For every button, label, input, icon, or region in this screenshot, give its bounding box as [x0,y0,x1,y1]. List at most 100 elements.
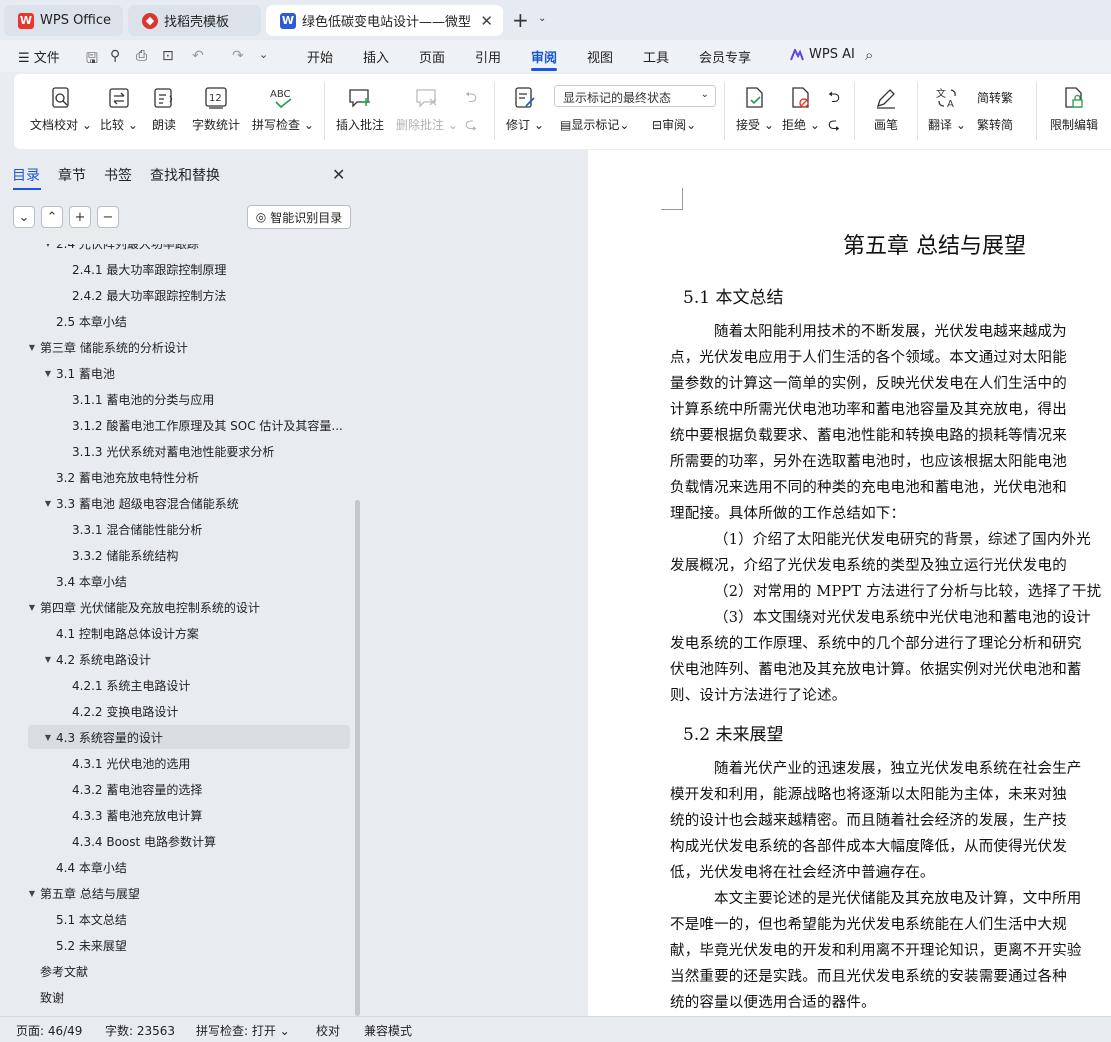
redo-icon[interactable]: ↷ [232,48,244,64]
expand-toggle-icon[interactable]: ▼ [24,603,40,612]
tab-sections[interactable]: 章节 [58,165,86,185]
word-count-indicator[interactable]: 字数: 23563 [105,1022,175,1039]
toc-item[interactable]: 4.3.4 Boost 电路参数计算 [56,829,216,853]
toc-item[interactable]: ▼ 3.1 蓄电池 [40,361,115,385]
expand-toggle-icon[interactable]: ▼ [40,244,56,248]
toc-item[interactable]: 4.2.2 变换电路设计 [56,699,178,723]
to-traditional-button[interactable]: 简 转繁 [977,89,1013,106]
toc-item[interactable]: 5.1 本文总结 [40,907,127,931]
tab-docer-templates[interactable]: ◆ 找稻壳模板 [128,5,261,36]
to-simplified-button[interactable]: 繁 转简 [977,116,1013,133]
spell-check-status[interactable]: 拼写检查: 打开 ⌄ [196,1022,290,1039]
toc-item[interactable]: 3.1.1 蓄电池的分类与应用 [56,387,214,411]
expand-toggle-icon[interactable]: ▼ [24,889,40,898]
toc-item[interactable]: 4.3.3 蓄电池充放电计算 [56,803,202,827]
collapse-down-button[interactable]: ⌄ [13,206,35,228]
toc-item[interactable]: 2.5 本章小结 [40,309,127,333]
tab-wps-office[interactable]: W WPS Office [4,5,123,36]
expand-toggle-icon[interactable]: ▼ [40,733,56,742]
pen-button[interactable]: 画笔 [874,86,898,133]
markup-display-select[interactable]: 显示标记的最终状态 ⌄ [554,85,716,107]
menu-page[interactable]: 页面 [419,47,445,66]
page-indicator[interactable]: 页面: 46/49 [16,1022,82,1039]
toc-item[interactable]: 2.4.2 最大功率跟踪控制方法 [56,283,226,307]
toc-item[interactable]: 2.4.1 最大功率跟踪控制原理 [56,257,226,281]
restrict-edit-button[interactable]: 限制编辑 [1050,86,1098,133]
new-tab-button[interactable]: + [512,10,529,30]
tab-find-replace[interactable]: 查找和替换 [150,165,220,185]
toc-item[interactable]: 3.2 蓄电池充放电特性分析 [40,465,199,489]
delete-comment-button[interactable]: 删除批注 ⌄ [396,86,458,133]
undo-icon[interactable]: ↶ [192,48,204,64]
toc-item[interactable]: ▼ 第三章 储能系统的分析设计 [24,335,188,359]
doc-check-button[interactable]: 文档校对 ⌄ [30,86,92,133]
compare-button[interactable]: 比较 ⌄ [100,86,138,133]
read-aloud-button[interactable]: 朗读 [152,86,176,133]
menu-view[interactable]: 视图 [587,47,613,66]
toc-item[interactable]: 3.3.2 储能系统结构 [56,543,178,567]
expand-toggle-icon[interactable]: ▼ [40,369,56,378]
translate-button[interactable]: 文A 翻译 ⌄ [928,86,966,133]
expand-toggle-icon[interactable]: ▼ [40,655,56,664]
toc-item[interactable]: 4.3.2 蓄电池容量的选择 [56,777,202,801]
print-preview-icon[interactable]: ⊡ [162,48,174,64]
toc-item[interactable]: 3.3.1 混合储能性能分析 [56,517,202,541]
toc-item[interactable]: ▼ 3.3 蓄电池 超级电容混合储能系统 [40,491,239,515]
share-icon[interactable]: ⚲ [110,48,120,64]
toc-item[interactable]: 5.2 未来展望 [40,933,127,957]
word-count-button[interactable]: 12 字数统计 [192,86,240,133]
toc-item[interactable]: 参考文献 [24,959,88,983]
accept-button[interactable]: 接受 ⌄ [736,86,774,133]
review-pane-button[interactable]: ⊟ 审阅 ⌄ [652,116,696,133]
tab-toc[interactable]: 目录 [12,165,40,185]
spell-check-button[interactable]: ABC 拼写检查 ⌄ [252,86,314,133]
toc-item[interactable]: 3.4 本章小结 [40,569,127,593]
menu-review[interactable]: 审阅 [531,47,557,66]
search-icon[interactable]: ⌕ [865,46,873,64]
tab-document[interactable]: W 绿色低碳变电站设计——微型 ✕ [266,5,503,36]
track-changes-button[interactable]: 修订 ⌄ [506,86,544,133]
toc-item[interactable]: ▼ 第四章 光伏储能及充放电控制系统的设计 [24,595,260,619]
toc-item[interactable]: 3.1.2 酸蓄电池工作原理及其 SOC 估计及其容量... [56,413,343,437]
menu-references[interactable]: 引用 [475,47,501,66]
show-markup-button[interactable]: ▤ 显示标记 ⌄ [560,116,629,133]
next-change-icon[interactable]: ⮎ [828,114,840,139]
toc-item[interactable]: 致谢 [24,985,64,1009]
toc-item[interactable]: 3.1.3 光伏系统对蓄电池性能要求分析 [56,439,274,463]
wps-ai-button[interactable]: WPS AI [790,47,855,62]
toc-item[interactable]: 4.3.1 光伏电池的选用 [56,751,190,775]
insert-comment-button[interactable]: 插入批注 [336,86,384,133]
menu-home[interactable]: 开始 [307,47,333,66]
expand-toggle-icon[interactable]: ▼ [40,499,56,508]
previous-change-icon[interactable]: ⮌ [828,87,840,112]
chevron-down-icon[interactable]: ⌄ [538,13,546,24]
proofread-status[interactable]: 校对 [316,1022,340,1039]
toc-item[interactable]: ▼ 4.3 系统容量的设计 [28,725,350,749]
document-page[interactable]: 第五章 总结与展望 5.1 本文总结 随着太阳能利用技术的不断发展，光伏发电越来越… [588,150,1111,1016]
previous-comment-icon[interactable]: ⮌ [465,87,477,112]
collapse-remove-button[interactable]: − [97,206,119,228]
close-pane-icon[interactable]: ✕ [332,165,345,184]
file-menu[interactable]: ☰ 文件 [18,47,60,66]
toc-item[interactable]: ▼ 第五章 总结与展望 [24,881,140,905]
toc-item[interactable]: ▼ 4.2 系统电路设计 [40,647,151,671]
collapse-up-button[interactable]: ⌃ [41,206,63,228]
reject-button[interactable]: 拒绝 ⌄ [782,86,820,133]
tab-bookmarks[interactable]: 书签 [104,165,132,185]
toc-item[interactable]: 4.1 控制电路总体设计方案 [40,621,199,645]
menu-insert[interactable]: 插入 [363,47,389,66]
print-icon[interactable]: ⎙ [136,48,147,64]
next-comment-icon[interactable]: ⮎ [465,114,477,139]
menu-membership[interactable]: 会员专享 [699,47,751,66]
toc-item[interactable]: 4.2.1 系统主电路设计 [56,673,190,697]
expand-add-button[interactable]: + [69,206,91,228]
scrollbar[interactable] [355,500,360,1016]
close-tab-icon[interactable]: ✕ [480,12,493,30]
smart-toc-button[interactable]: ◎ 智能识别目录 [247,205,351,229]
save-icon[interactable]: 🖫 [86,48,98,72]
toc-item[interactable]: ▼2.4 光伏阵列最大功率跟踪 [40,244,199,255]
expand-toggle-icon[interactable]: ▼ [24,343,40,352]
menu-tools[interactable]: 工具 [643,47,669,66]
more-chevron-icon[interactable]: ⌄ [259,48,268,61]
toc-item[interactable]: 4.4 本章小结 [40,855,127,879]
